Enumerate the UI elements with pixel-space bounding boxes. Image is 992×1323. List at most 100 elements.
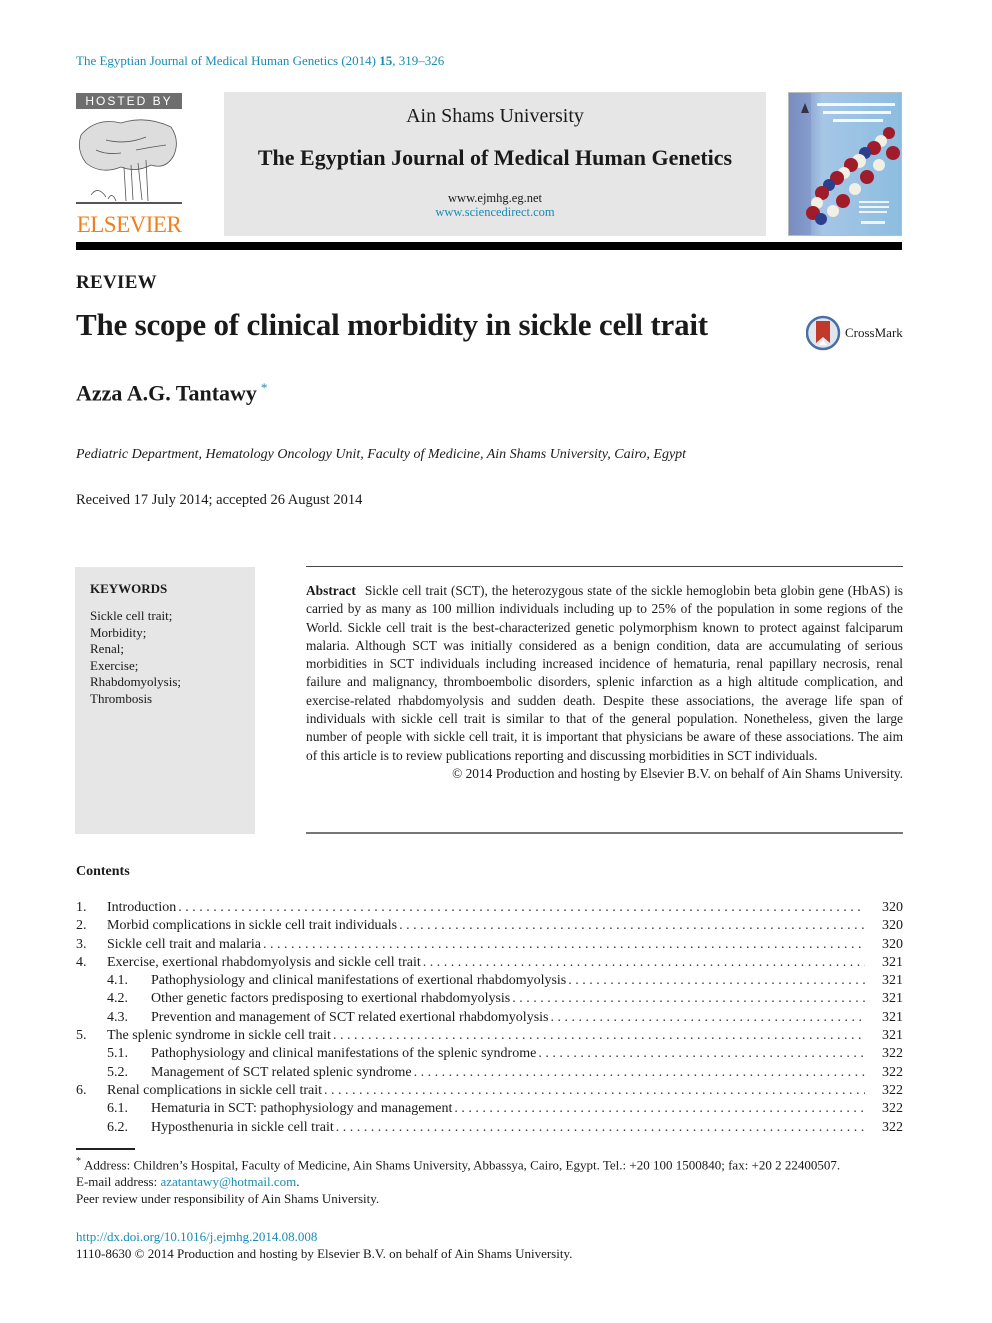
footnotes: * Address: Children’s Hospital, Faculty o… bbox=[76, 1153, 903, 1207]
journal-title: The Egyptian Journal of Medical Human Ge… bbox=[257, 145, 733, 170]
toc-leader-dots bbox=[423, 955, 865, 971]
abstract: Abstract Sickle cell trait (SCT), the het… bbox=[306, 582, 903, 783]
table-of-contents: 1. Introduction 320 2. Morbid complications … bbox=[76, 900, 903, 1138]
toc-entry-title: Renal complications in sickle cell trait bbox=[107, 1082, 322, 1098]
journal-volume: 15 bbox=[379, 53, 393, 68]
toc-entry-title: Pathophysiology and clinical manifestati… bbox=[151, 1046, 537, 1062]
abstract-body: Abstract Sickle cell trait (SCT), the het… bbox=[306, 582, 903, 765]
toc-leader-dots bbox=[333, 1028, 865, 1044]
journal-url[interactable]: www.ejmhg.eg.net bbox=[224, 191, 766, 206]
toc-entry-title: Hyposthenuria in sickle cell trait bbox=[151, 1119, 334, 1135]
toc-leader-dots bbox=[550, 1010, 865, 1026]
issn-copyright: 1110-8630 © 2014 Production and hosting … bbox=[76, 1246, 573, 1261]
toc-entry-page: 321 bbox=[882, 973, 903, 989]
abstract-label: Abstract bbox=[306, 583, 356, 598]
toc-entry[interactable]: 2. Morbid complications in sickle cell tr… bbox=[76, 918, 903, 936]
keyword-item: Rhabdomyolysis; bbox=[90, 674, 182, 689]
crossmark-icon bbox=[805, 315, 841, 351]
toc-entry-number: 3. bbox=[76, 936, 87, 952]
crossmark-button[interactable]: CrossMark bbox=[805, 315, 906, 351]
hosted-by-label: HOSTED BY bbox=[76, 93, 182, 109]
abstract-text: Sickle cell trait (SCT), the heterozygou… bbox=[306, 583, 903, 763]
toc-entry-title: Morbid complications in sickle cell trai… bbox=[107, 918, 398, 934]
toc-entry-page: 322 bbox=[882, 1119, 903, 1135]
keyword-item: Renal; bbox=[90, 641, 124, 656]
toc-leader-dots bbox=[324, 1083, 865, 1099]
keyword-item: Sickle cell trait; bbox=[90, 608, 173, 623]
toc-entry-title: Management of SCT related splenic syndro… bbox=[151, 1064, 412, 1080]
toc-leader-dots bbox=[414, 1065, 865, 1081]
toc-entry-number: 4.1. bbox=[107, 973, 128, 989]
toc-entry-number: 6. bbox=[76, 1082, 87, 1098]
journal-reference[interactable]: The Egyptian Journal of Medical Human Ge… bbox=[76, 53, 444, 69]
abstract-top-rule bbox=[306, 566, 903, 567]
toc-entry[interactable]: 3. Sickle cell trait and malaria 320 bbox=[76, 937, 903, 955]
sciencedirect-link[interactable]: www.sciencedirect.com bbox=[224, 205, 766, 220]
keywords-heading: KEYWORDS bbox=[90, 581, 168, 596]
keywords-list: Sickle cell trait; Morbidity; Renal; Exe… bbox=[90, 608, 181, 707]
article-title: The scope of clinical morbidity in sickl… bbox=[76, 307, 708, 342]
toc-entry-title: The splenic syndrome in sickle cell trai… bbox=[107, 1028, 331, 1044]
toc-leader-dots bbox=[336, 1120, 865, 1136]
footnote-marker: * bbox=[76, 1156, 81, 1167]
author-footnote-marker[interactable]: * bbox=[261, 380, 268, 395]
author-name: Azza A.G. Tantawy * bbox=[76, 380, 267, 406]
toc-entry-number: 4. bbox=[76, 954, 87, 970]
journal-cover-image[interactable] bbox=[788, 92, 902, 236]
toc-entry-page: 322 bbox=[882, 1082, 903, 1098]
toc-entry-number: 1. bbox=[76, 900, 87, 915]
toc-entry[interactable]: 5.2. Management of SCT related splenic sy… bbox=[76, 1065, 903, 1083]
toc-entry-title: Other genetic factors predisposing to ex… bbox=[151, 991, 511, 1007]
toc-entry-page: 321 bbox=[882, 954, 903, 970]
toc-entry[interactable]: 1. Introduction 320 bbox=[76, 900, 903, 918]
article-type: REVIEW bbox=[76, 272, 157, 293]
abstract-bottom-rule bbox=[306, 832, 903, 834]
doi-link[interactable]: http://dx.doi.org/10.1016/j.ejmhg.2014.0… bbox=[76, 1228, 317, 1245]
email-link[interactable]: azatantawy@hotmail.com bbox=[160, 1174, 296, 1189]
toc-entry[interactable]: 5.1. Pathophysiology and clinical manifes… bbox=[76, 1046, 903, 1064]
toc-entry-number: 5.2. bbox=[107, 1064, 128, 1080]
journal-reference-text: The Egyptian Journal of Medical Human Ge… bbox=[76, 53, 380, 68]
footnote-address: * Address: Children’s Hospital, Faculty o… bbox=[76, 1153, 903, 1173]
toc-leader-dots bbox=[263, 937, 865, 953]
toc-leader-dots bbox=[454, 1101, 865, 1117]
contents-heading: Contents bbox=[76, 864, 130, 879]
crossmark-label: CrossMark bbox=[845, 325, 903, 340]
toc-entry-page: 320 bbox=[882, 900, 903, 915]
journal-banner: Ain Shams University The Egyptian Journa… bbox=[224, 92, 766, 236]
toc-entry-number: 6.1. bbox=[107, 1101, 128, 1117]
author-name-text: Azza A.G. Tantawy bbox=[76, 380, 257, 406]
toc-entry-page: 320 bbox=[882, 936, 903, 952]
keyword-item: Thrombosis bbox=[90, 690, 153, 706]
toc-entry[interactable]: 4.2. Other genetic factors predisposing t… bbox=[76, 991, 903, 1009]
toc-entry-number: 5. bbox=[76, 1028, 87, 1044]
toc-leader-dots bbox=[399, 918, 865, 934]
email-suffix: . bbox=[296, 1174, 300, 1190]
toc-entry-title: Pathophysiology and clinical manifestati… bbox=[151, 973, 567, 989]
footnote-rule bbox=[76, 1148, 135, 1150]
toc-entry[interactable]: 6.1. Hematuria in SCT: pathophysiology an… bbox=[76, 1101, 903, 1119]
header-divider bbox=[76, 242, 902, 250]
toc-entry-page: 321 bbox=[882, 991, 903, 1007]
elsevier-logo[interactable]: ELSEVIER bbox=[76, 211, 182, 239]
toc-entry[interactable]: 6. Renal complications in sickle cell tra… bbox=[76, 1083, 903, 1101]
abstract-copyright: © 2014 Production and hosting by Elsevie… bbox=[452, 765, 903, 781]
dna-helix-icon bbox=[789, 93, 900, 235]
footnote-email: E-mail address: azatantawy@hotmail.com. bbox=[76, 1173, 903, 1190]
keywords-box: KEYWORDS Sickle cell trait; Morbidity; R… bbox=[75, 567, 255, 834]
journal-pages: , 319–326 bbox=[392, 53, 445, 68]
toc-entry[interactable]: 4.1. Pathophysiology and clinical manifes… bbox=[76, 973, 903, 991]
university-name: Ain Shams University bbox=[406, 105, 584, 127]
keyword-item: Morbidity; bbox=[90, 624, 147, 640]
toc-entry-number: 5.1. bbox=[107, 1046, 128, 1062]
toc-entry-number: 4.2. bbox=[107, 991, 128, 1007]
toc-entry-page: 322 bbox=[882, 1101, 903, 1117]
toc-entry[interactable]: 4. Exercise, exertional rhabdomyolysis an… bbox=[76, 955, 903, 973]
toc-entry-page: 322 bbox=[882, 1046, 903, 1062]
toc-entry-title: Sickle cell trait and malaria bbox=[107, 936, 261, 952]
email-label: E-mail address: bbox=[76, 1174, 161, 1190]
toc-entry[interactable]: 4.3. Prevention and management of SCT rel… bbox=[76, 1010, 903, 1028]
toc-leader-dots bbox=[512, 991, 865, 1007]
toc-entry[interactable]: 5. The splenic syndrome in sickle cell tr… bbox=[76, 1028, 903, 1046]
toc-entry[interactable]: 6.2. Hyposthenuria in sickle cell trait 32… bbox=[76, 1120, 903, 1138]
